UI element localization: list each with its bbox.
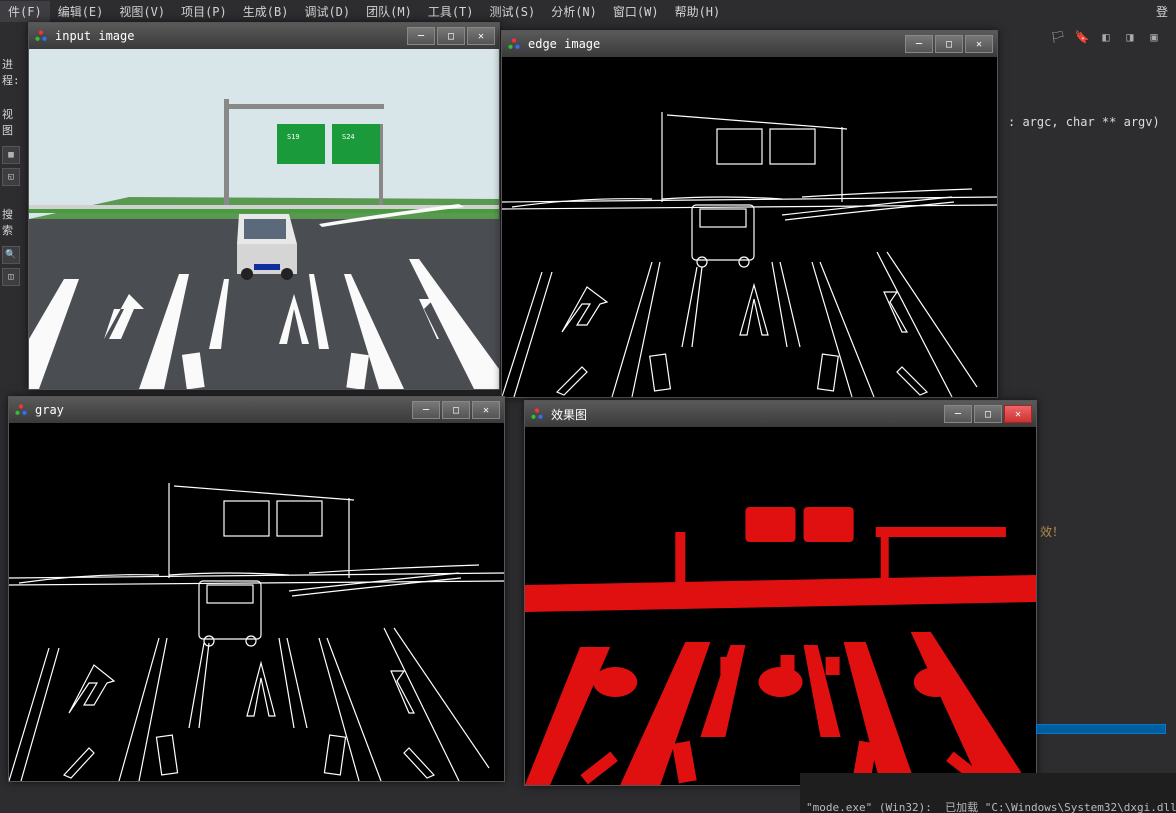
maximize-button[interactable]: □ xyxy=(974,405,1002,423)
window-edge-image[interactable]: edge image ─ □ ✕ xyxy=(501,30,998,398)
menu-project[interactable]: 项目(P) xyxy=(173,1,235,22)
input-image-content: S19 S24 xyxy=(29,49,499,389)
side-label-process: 进程: xyxy=(0,52,24,92)
menu-team[interactable]: 团队(M) xyxy=(358,1,420,22)
menu-file[interactable]: 件(F) xyxy=(0,1,50,22)
titlebar-result[interactable]: 效果图 ─ □ ✕ xyxy=(525,401,1036,427)
menu-test[interactable]: 测试(S) xyxy=(482,1,544,22)
login-link[interactable]: 登 xyxy=(1148,1,1176,22)
side-label-view: 视图 xyxy=(0,102,24,142)
window-gray[interactable]: gray ─ □ ✕ xyxy=(8,396,505,782)
progress-bar xyxy=(1036,724,1166,734)
title-input: input image xyxy=(55,29,399,43)
svg-text:S19: S19 xyxy=(287,133,300,141)
close-button[interactable]: ✕ xyxy=(472,401,500,419)
titlebar-edge[interactable]: edge image ─ □ ✕ xyxy=(502,31,997,57)
tool-icon-1[interactable]: ◧ xyxy=(1098,29,1114,45)
titlebar-gray[interactable]: gray ─ □ ✕ xyxy=(9,397,504,423)
flag-icon[interactable]: 🏳 xyxy=(1050,29,1066,45)
menu-edit[interactable]: 编辑(E) xyxy=(50,1,112,22)
opencv-icon xyxy=(506,36,522,52)
minimize-button[interactable]: ─ xyxy=(407,27,435,45)
opencv-icon xyxy=(33,28,49,44)
titlebar-input[interactable]: input image ─ □ ✕ xyxy=(29,23,499,49)
tool-icon-2[interactable]: ◨ xyxy=(1122,29,1138,45)
title-gray: gray xyxy=(35,403,404,417)
menu-window[interactable]: 窗口(W) xyxy=(605,1,667,22)
title-result: 效果图 xyxy=(551,406,936,423)
opencv-icon xyxy=(13,402,29,418)
menu-view[interactable]: 视图(V) xyxy=(111,1,173,22)
close-button[interactable]: ✕ xyxy=(1004,405,1032,423)
side-text: 效！ xyxy=(1040,523,1064,540)
side-icon-1[interactable]: ▦ xyxy=(2,146,20,164)
menu-debug[interactable]: 调试(D) xyxy=(296,1,358,22)
output-line-1: "mode.exe" (Win32): 已加载 "C:\Windows\Syst… xyxy=(806,801,1170,813)
result-image-content xyxy=(525,427,1036,785)
menu-help[interactable]: 帮助(H) xyxy=(667,1,729,22)
code-line: : argc, char ** argv) xyxy=(1008,115,1160,129)
edge-image-content xyxy=(502,57,997,397)
title-edge: edge image xyxy=(528,37,897,51)
window-input-image[interactable]: input image ─ □ ✕ S19 S24 xyxy=(28,22,500,390)
side-panel: 进程: 视图 ▦ ◱ 搜索 🔍 ◫ xyxy=(0,52,24,290)
minimize-button[interactable]: ─ xyxy=(905,35,933,53)
side-icon-4[interactable]: ◫ xyxy=(2,268,20,286)
code-editor[interactable]: : argc, char ** argv) xyxy=(1000,80,1176,137)
close-button[interactable]: ✕ xyxy=(965,35,993,53)
minimize-button[interactable]: ─ xyxy=(944,405,972,423)
menu-tools[interactable]: 工具(T) xyxy=(420,1,482,22)
maximize-button[interactable]: □ xyxy=(935,35,963,53)
side-label-search: 搜索 xyxy=(0,202,24,242)
tool-icon-3[interactable]: ▣ xyxy=(1146,29,1162,45)
gray-image-content xyxy=(9,423,504,781)
maximize-button[interactable]: □ xyxy=(442,401,470,419)
svg-text:S24: S24 xyxy=(342,133,355,141)
minimize-button[interactable]: ─ xyxy=(412,401,440,419)
bookmark-icon[interactable]: 🔖 xyxy=(1074,29,1090,45)
menu-analyze[interactable]: 分析(N) xyxy=(543,1,605,22)
menu-bar: 件(F) 编辑(E) 视图(V) 项目(P) 生成(B) 调试(D) 团队(M)… xyxy=(0,0,1176,22)
opencv-icon xyxy=(529,406,545,422)
window-result[interactable]: 效果图 ─ □ ✕ xyxy=(524,400,1037,786)
close-button[interactable]: ✕ xyxy=(467,27,495,45)
side-icon-3[interactable]: 🔍 xyxy=(2,246,20,264)
side-icon-2[interactable]: ◱ xyxy=(2,168,20,186)
maximize-button[interactable]: □ xyxy=(437,27,465,45)
menu-build[interactable]: 生成(B) xyxy=(235,1,297,22)
output-panel[interactable]: "mode.exe" (Win32): 已加载 "C:\Windows\Syst… xyxy=(800,773,1176,813)
